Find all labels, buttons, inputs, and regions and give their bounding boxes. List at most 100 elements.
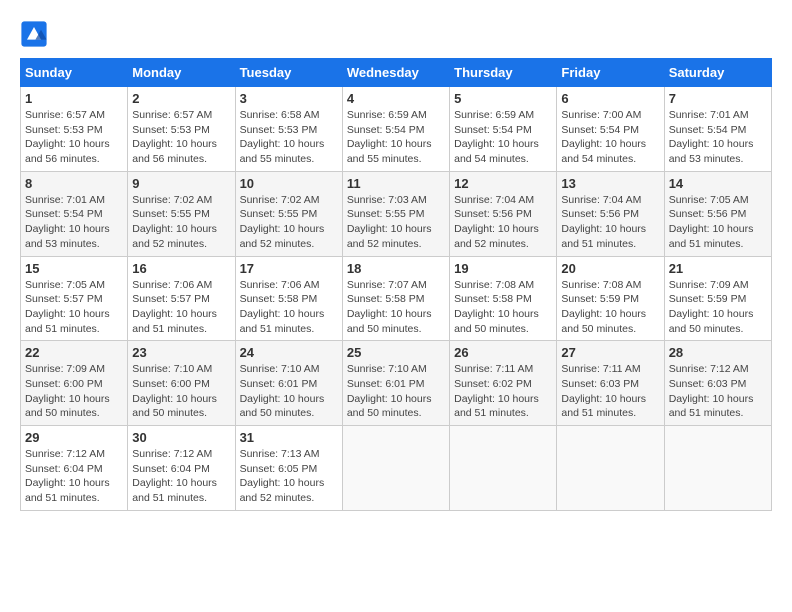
weekday-header-saturday: Saturday: [664, 59, 771, 87]
day-info: Sunrise: 7:05 AM Sunset: 5:57 PM Dayligh…: [25, 278, 123, 337]
calendar-cell: 30 Sunrise: 7:12 AM Sunset: 6:04 PM Dayli…: [128, 426, 235, 511]
day-number: 12: [454, 176, 552, 191]
calendar-cell: [557, 426, 664, 511]
page-header: [20, 20, 772, 48]
calendar-cell: 22 Sunrise: 7:09 AM Sunset: 6:00 PM Dayli…: [21, 341, 128, 426]
day-info: Sunrise: 7:12 AM Sunset: 6:04 PM Dayligh…: [132, 447, 230, 506]
day-info: Sunrise: 6:59 AM Sunset: 5:54 PM Dayligh…: [347, 108, 445, 167]
day-info: Sunrise: 6:59 AM Sunset: 5:54 PM Dayligh…: [454, 108, 552, 167]
calendar-cell: [342, 426, 449, 511]
day-info: Sunrise: 7:09 AM Sunset: 5:59 PM Dayligh…: [669, 278, 767, 337]
calendar-cell: 3 Sunrise: 6:58 AM Sunset: 5:53 PM Daylig…: [235, 87, 342, 172]
day-number: 17: [240, 261, 338, 276]
calendar-cell: 18Sunrise: 7:07 AM Sunset: 5:58 PM Dayli…: [342, 256, 449, 341]
weekday-header-wednesday: Wednesday: [342, 59, 449, 87]
logo: [20, 20, 54, 48]
weekday-header-friday: Friday: [557, 59, 664, 87]
calendar-cell: 29 Sunrise: 7:12 AM Sunset: 6:04 PM Dayli…: [21, 426, 128, 511]
day-info: Sunrise: 7:12 AM Sunset: 6:04 PM Dayligh…: [25, 447, 123, 506]
day-info: Sunrise: 6:57 AM Sunset: 5:53 PM Dayligh…: [132, 108, 230, 167]
calendar-cell: [664, 426, 771, 511]
calendar-cell: 23 Sunrise: 7:10 AM Sunset: 6:00 PM Dayli…: [128, 341, 235, 426]
day-number: 22: [25, 345, 123, 360]
calendar-cell: 24 Sunrise: 7:10 AM Sunset: 6:01 PM Dayli…: [235, 341, 342, 426]
calendar-cell: 31 Sunrise: 7:13 AM Sunset: 6:05 PM Dayli…: [235, 426, 342, 511]
day-number: 27: [561, 345, 659, 360]
day-number: 26: [454, 345, 552, 360]
day-info: Sunrise: 6:57 AM Sunset: 5:53 PM Dayligh…: [25, 108, 123, 167]
day-info: Sunrise: 7:13 AM Sunset: 6:05 PM Dayligh…: [240, 447, 338, 506]
day-number: 14: [669, 176, 767, 191]
day-number: 20: [561, 261, 659, 276]
day-info: Sunrise: 7:06 AM Sunset: 5:58 PM Dayligh…: [240, 278, 338, 337]
weekday-header-monday: Monday: [128, 59, 235, 87]
day-info: Sunrise: 7:10 AM Sunset: 6:00 PM Dayligh…: [132, 362, 230, 421]
day-number: 8: [25, 176, 123, 191]
day-number: 30: [132, 430, 230, 445]
calendar-cell: 20Sunrise: 7:08 AM Sunset: 5:59 PM Dayli…: [557, 256, 664, 341]
day-number: 31: [240, 430, 338, 445]
weekday-header-tuesday: Tuesday: [235, 59, 342, 87]
calendar-cell: 12 Sunrise: 7:04 AM Sunset: 5:56 PM Dayli…: [450, 171, 557, 256]
calendar-cell: 2 Sunrise: 6:57 AM Sunset: 5:53 PM Daylig…: [128, 87, 235, 172]
day-number: 29: [25, 430, 123, 445]
day-info: Sunrise: 7:03 AM Sunset: 5:55 PM Dayligh…: [347, 193, 445, 252]
day-number: 21: [669, 261, 767, 276]
calendar-cell: [450, 426, 557, 511]
day-info: Sunrise: 7:02 AM Sunset: 5:55 PM Dayligh…: [240, 193, 338, 252]
calendar-cell: 25 Sunrise: 7:10 AM Sunset: 6:01 PM Dayli…: [342, 341, 449, 426]
calendar-cell: 5Sunrise: 6:59 AM Sunset: 5:54 PM Daylig…: [450, 87, 557, 172]
calendar-cell: 17 Sunrise: 7:06 AM Sunset: 5:58 PM Dayli…: [235, 256, 342, 341]
day-info: Sunrise: 7:08 AM Sunset: 5:58 PM Dayligh…: [454, 278, 552, 337]
calendar-cell: 9 Sunrise: 7:02 AM Sunset: 5:55 PM Daylig…: [128, 171, 235, 256]
calendar-cell: 16 Sunrise: 7:06 AM Sunset: 5:57 PM Dayli…: [128, 256, 235, 341]
calendar-cell: 28 Sunrise: 7:12 AM Sunset: 6:03 PM Dayli…: [664, 341, 771, 426]
calendar-cell: 15 Sunrise: 7:05 AM Sunset: 5:57 PM Dayli…: [21, 256, 128, 341]
day-number: 15: [25, 261, 123, 276]
day-number: 23: [132, 345, 230, 360]
day-info: Sunrise: 7:01 AM Sunset: 5:54 PM Dayligh…: [669, 108, 767, 167]
day-number: 24: [240, 345, 338, 360]
day-info: Sunrise: 7:10 AM Sunset: 6:01 PM Dayligh…: [240, 362, 338, 421]
day-number: 9: [132, 176, 230, 191]
calendar-week-5: 29 Sunrise: 7:12 AM Sunset: 6:04 PM Dayli…: [21, 426, 772, 511]
day-info: Sunrise: 7:11 AM Sunset: 6:02 PM Dayligh…: [454, 362, 552, 421]
day-number: 10: [240, 176, 338, 191]
calendar-week-2: 8Sunrise: 7:01 AM Sunset: 5:54 PM Daylig…: [21, 171, 772, 256]
day-info: Sunrise: 6:58 AM Sunset: 5:53 PM Dayligh…: [240, 108, 338, 167]
day-info: Sunrise: 7:07 AM Sunset: 5:58 PM Dayligh…: [347, 278, 445, 337]
calendar-cell: 8Sunrise: 7:01 AM Sunset: 5:54 PM Daylig…: [21, 171, 128, 256]
day-number: 19: [454, 261, 552, 276]
calendar-cell: 13Sunrise: 7:04 AM Sunset: 5:56 PM Dayli…: [557, 171, 664, 256]
day-number: 7: [669, 91, 767, 106]
day-info: Sunrise: 7:04 AM Sunset: 5:56 PM Dayligh…: [454, 193, 552, 252]
logo-icon: [20, 20, 48, 48]
day-info: Sunrise: 7:02 AM Sunset: 5:55 PM Dayligh…: [132, 193, 230, 252]
day-number: 2: [132, 91, 230, 106]
calendar-cell: 21 Sunrise: 7:09 AM Sunset: 5:59 PM Dayli…: [664, 256, 771, 341]
calendar-week-3: 15 Sunrise: 7:05 AM Sunset: 5:57 PM Dayli…: [21, 256, 772, 341]
weekday-row: SundayMondayTuesdayWednesdayThursdayFrid…: [21, 59, 772, 87]
day-info: Sunrise: 7:10 AM Sunset: 6:01 PM Dayligh…: [347, 362, 445, 421]
day-number: 16: [132, 261, 230, 276]
calendar-body: 1Sunrise: 6:57 AM Sunset: 5:53 PM Daylig…: [21, 87, 772, 511]
day-number: 11: [347, 176, 445, 191]
calendar-cell: 7 Sunrise: 7:01 AM Sunset: 5:54 PM Daylig…: [664, 87, 771, 172]
calendar-week-1: 1Sunrise: 6:57 AM Sunset: 5:53 PM Daylig…: [21, 87, 772, 172]
weekday-header-sunday: Sunday: [21, 59, 128, 87]
day-number: 25: [347, 345, 445, 360]
day-info: Sunrise: 7:09 AM Sunset: 6:00 PM Dayligh…: [25, 362, 123, 421]
day-number: 28: [669, 345, 767, 360]
calendar-cell: 4 Sunrise: 6:59 AM Sunset: 5:54 PM Daylig…: [342, 87, 449, 172]
day-info: Sunrise: 7:06 AM Sunset: 5:57 PM Dayligh…: [132, 278, 230, 337]
day-info: Sunrise: 7:12 AM Sunset: 6:03 PM Dayligh…: [669, 362, 767, 421]
calendar-cell: 1Sunrise: 6:57 AM Sunset: 5:53 PM Daylig…: [21, 87, 128, 172]
day-number: 6: [561, 91, 659, 106]
day-number: 4: [347, 91, 445, 106]
calendar-header: SundayMondayTuesdayWednesdayThursdayFrid…: [21, 59, 772, 87]
day-number: 13: [561, 176, 659, 191]
day-number: 3: [240, 91, 338, 106]
calendar-cell: 26 Sunrise: 7:11 AM Sunset: 6:02 PM Dayli…: [450, 341, 557, 426]
calendar-cell: 19 Sunrise: 7:08 AM Sunset: 5:58 PM Dayli…: [450, 256, 557, 341]
calendar-cell: 11 Sunrise: 7:03 AM Sunset: 5:55 PM Dayli…: [342, 171, 449, 256]
